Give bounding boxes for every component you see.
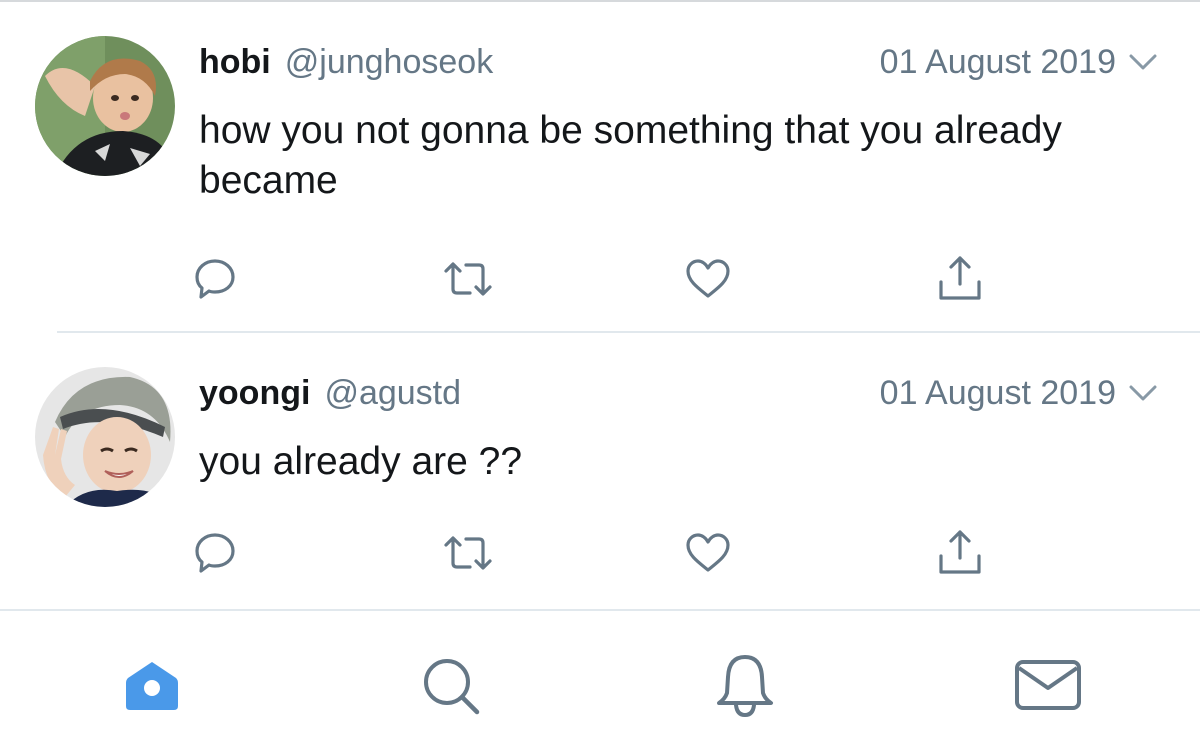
username[interactable]: @agustd — [324, 374, 461, 413]
username[interactable]: @junghoseok — [285, 43, 493, 82]
retweet-icon[interactable] — [438, 528, 498, 578]
avatar[interactable] — [35, 367, 175, 507]
display-name[interactable]: yoongi — [199, 374, 310, 413]
tweet-actions — [0, 528, 1200, 578]
chevron-down-icon[interactable] — [1128, 383, 1158, 403]
timeline-screen: hobi @junghoseok 01 August 2019 how you … — [0, 0, 1200, 755]
tab-bar — [0, 611, 1200, 755]
notifications-icon[interactable] — [705, 651, 785, 721]
tweet-date: 01 August 2019 — [879, 42, 1116, 81]
tweet[interactable]: yoongi @agustd 01 August 2019 you alread… — [0, 333, 1200, 610]
messages-icon[interactable] — [1008, 651, 1088, 721]
reply-icon[interactable] — [185, 528, 245, 578]
like-icon[interactable] — [678, 254, 738, 304]
tweet[interactable]: hobi @junghoseok 01 August 2019 how you … — [0, 0, 1200, 333]
reply-icon[interactable] — [185, 254, 245, 304]
retweet-icon[interactable] — [438, 254, 498, 304]
tweet-text: how you not gonna be something that you … — [199, 109, 1062, 202]
share-icon[interactable] — [930, 254, 990, 304]
share-icon[interactable] — [930, 528, 990, 578]
home-icon[interactable] — [112, 651, 192, 721]
tweet-header: hobi @junghoseok 01 August 2019 — [199, 37, 1158, 87]
tweet-actions — [0, 254, 1200, 304]
tweet-header: yoongi @agustd 01 August 2019 — [199, 368, 1158, 418]
search-icon[interactable] — [411, 651, 491, 721]
chevron-down-icon[interactable] — [1128, 52, 1158, 72]
like-icon[interactable] — [678, 528, 738, 578]
tweet-text: you already are ?? — [199, 440, 523, 483]
avatar[interactable] — [35, 36, 175, 176]
display-name[interactable]: hobi — [199, 43, 271, 82]
tweet-date: 01 August 2019 — [879, 373, 1116, 412]
